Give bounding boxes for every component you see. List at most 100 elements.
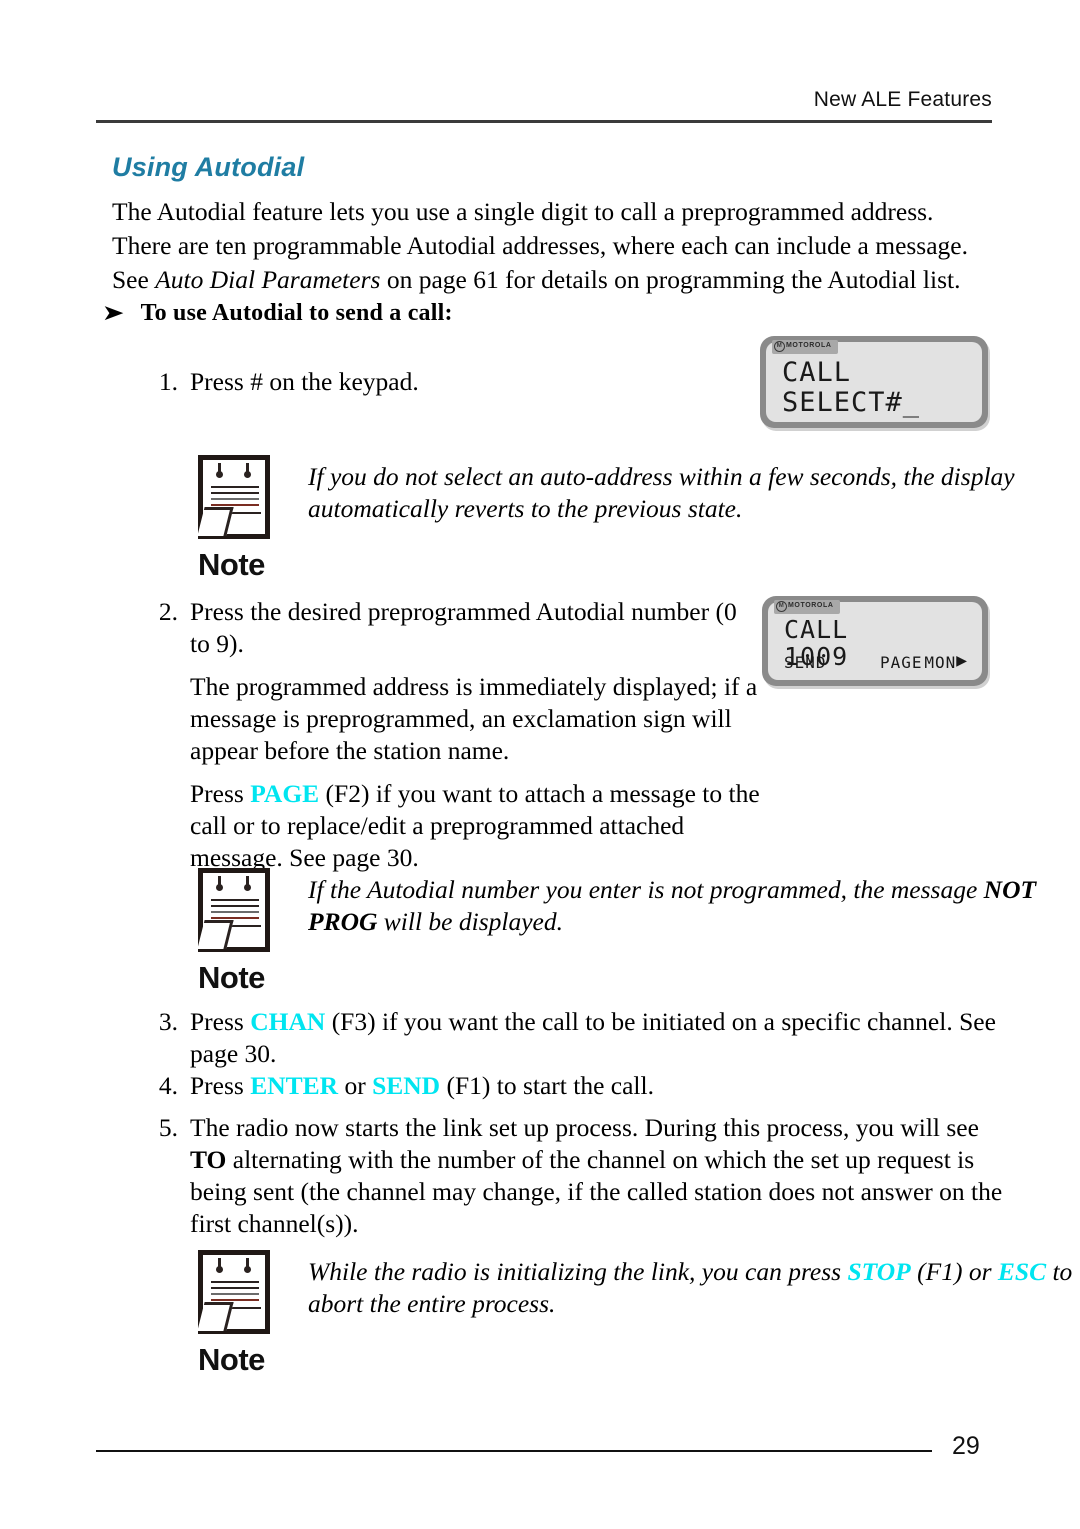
note-text: If you do not select an auto-address wit… [308,462,1015,523]
note-document-icon [197,868,270,952]
lcd-screen: M MOTOROLA CALL SELECT#_ [766,340,982,422]
intro-line-2: There are ten programmable Autodial addr… [112,231,968,260]
note-rule [211,905,259,907]
note-text-pre: If the Autodial number you enter is not … [308,875,984,904]
pin-icon-right [244,1258,251,1273]
lcd-line-1: CALL [784,615,849,644]
intro-line-3: See Auto Dial Parameters on page 61 for … [112,264,992,296]
note-document-icon [197,1250,270,1334]
step-text-pre: Press [190,779,251,808]
procedure-step-4: 4. Press ENTER or SEND (F1) to start the… [152,1070,1012,1102]
softkey-send-reference: SEND [372,1071,441,1100]
step-body: The radio now starts the link set up pro… [190,1112,1012,1240]
intro-line-1: The Autodial feature lets you use a sing… [112,197,934,226]
motorola-brand-label: MOTOROLA [786,342,832,349]
note-text-pre: While the radio is initializing the link… [308,1257,848,1286]
intro-paragraphs: The Autodial feature lets you use a sing… [112,196,992,298]
section-title: Using Autodial [112,152,305,182]
motorola-m-icon: M [776,601,787,612]
note-label: Note [198,960,265,995]
procedure-step-5: 5. The radio now starts the link set up … [152,1112,1012,1240]
right-arrow-bullet-icon: ➤ [101,301,125,326]
motorola-m-icon: M [774,341,785,352]
step-body: Press # on the keypad. [190,366,672,398]
step-body: Press ENTER or SEND (F1) to start the ca… [190,1070,1012,1102]
motorola-brand-tab: M MOTOROLA [774,600,840,614]
softkey-f2-label: PAGE [880,653,923,672]
note-text-post: will be displayed. [377,907,563,936]
intro-cross-reference: Auto Dial Parameters [155,265,381,294]
step-body: Press CHAN (F3) if you want the call to … [190,1006,1012,1070]
step-text-pre: Press [190,1071,251,1100]
intro-line-3-pre: See [112,265,156,294]
step-number: 1. [158,367,178,396]
page-fold-corner [197,920,234,949]
step-number: 5. [158,1113,178,1142]
step-number: 3. [158,1007,178,1036]
note-rule [211,504,259,506]
step-paragraph: Press PAGE (F2) if you want to attach a … [190,778,762,874]
right-triangle-icon: ▶ [956,653,968,669]
step-number: 2. [158,597,178,626]
note-label: Note [198,1342,265,1377]
step-paragraph: Press the desired preprogrammed Autodial… [190,597,737,658]
procedure-heading: ➤ To use Autodial to send a call: [101,300,453,327]
step-number: 4. [158,1071,178,1100]
softkey-f1-label: SEND [784,653,827,672]
note-icon-wrap: Note [197,455,284,582]
note-rule [211,917,259,919]
softkey-esc-reference: ESC [997,1257,1047,1286]
lcd-screen: M MOTOROLA CALL 1009 SEND PAGE MON ▶ [768,600,982,680]
note-text: If the Autodial number you enter is not … [308,874,1080,938]
step-paragraph: The radio now starts the link set up pro… [190,1112,1012,1240]
note-rule [211,492,259,494]
pin-icon-right [244,463,251,478]
motorola-brand-tab: M MOTOROLA [772,340,838,354]
motorola-brand-label: MOTOROLA [788,602,834,609]
note-icon-wrap: Note [197,868,284,995]
page-fold-corner [197,507,234,536]
page-header: New ALE Features [96,88,992,112]
note-icon-wrap: Note [197,1250,284,1377]
note-rule [211,1293,259,1295]
procedure-step-2: 2. Press the desired preprogrammed Autod… [152,596,762,874]
step-text-mid: or [338,1071,373,1100]
step-paragraph: The programmed address is immediately di… [190,672,758,765]
note-label: Note [198,547,265,582]
step-text-pre: Press [190,1007,251,1036]
pin-icon-left [216,463,223,478]
procedure-heading-label: To use Autodial to send a call: [140,300,453,326]
pin-icon-left [216,1258,223,1273]
header-title: New ALE Features [813,88,992,111]
lcd-line-1: CALL [782,357,852,388]
header-divider [96,120,992,123]
step-text-pre: The radio now starts the link set up pro… [190,1113,979,1142]
note-rule [211,911,259,913]
softkey-chan-reference: CHAN [250,1007,326,1036]
procedure-step-3: 3. Press CHAN (F3) if you want the call … [152,1006,1012,1070]
step-paragraph: Press # on the keypad. [190,367,419,396]
lcd-display-call-1009: M MOTOROLA CALL 1009 SEND PAGE MON ▶ [762,596,988,686]
softkey-stop-reference: STOP [847,1257,911,1286]
lcd-softkey-row: SEND PAGE MON ▶ [784,653,968,672]
step-paragraph: Press ENTER or SEND (F1) to start the ca… [190,1070,1012,1102]
pin-icon-left [216,876,223,891]
note-rule [211,899,259,901]
note-rule [211,486,259,488]
softkey-page-reference: PAGE [250,779,320,808]
step-text-post: alternating with the number of the chann… [190,1145,1003,1238]
lcd-line-2: SELECT#_ [782,387,921,418]
document-page: New ALE Features Using Autodial The Auto… [0,0,1080,1529]
step-body: Press the desired preprogrammed Autodial… [190,596,762,874]
step-paragraph: Press CHAN (F3) if you want the call to … [190,1006,1012,1070]
intro-line-3-post: on page 61 for details on programming th… [380,265,961,294]
softkey-enter-reference: ENTER [250,1071,339,1100]
note-rule [211,498,259,500]
softkey-f3-label: MON [924,653,957,672]
step-text-post: (F1) to start the call. [440,1071,654,1100]
display-message-to: TO [190,1145,227,1174]
lcd-display-call-select: M MOTOROLA CALL SELECT#_ [760,336,988,428]
note-rule [211,1281,259,1283]
pin-icon-right [244,876,251,891]
page-number: 29 [952,1432,980,1460]
